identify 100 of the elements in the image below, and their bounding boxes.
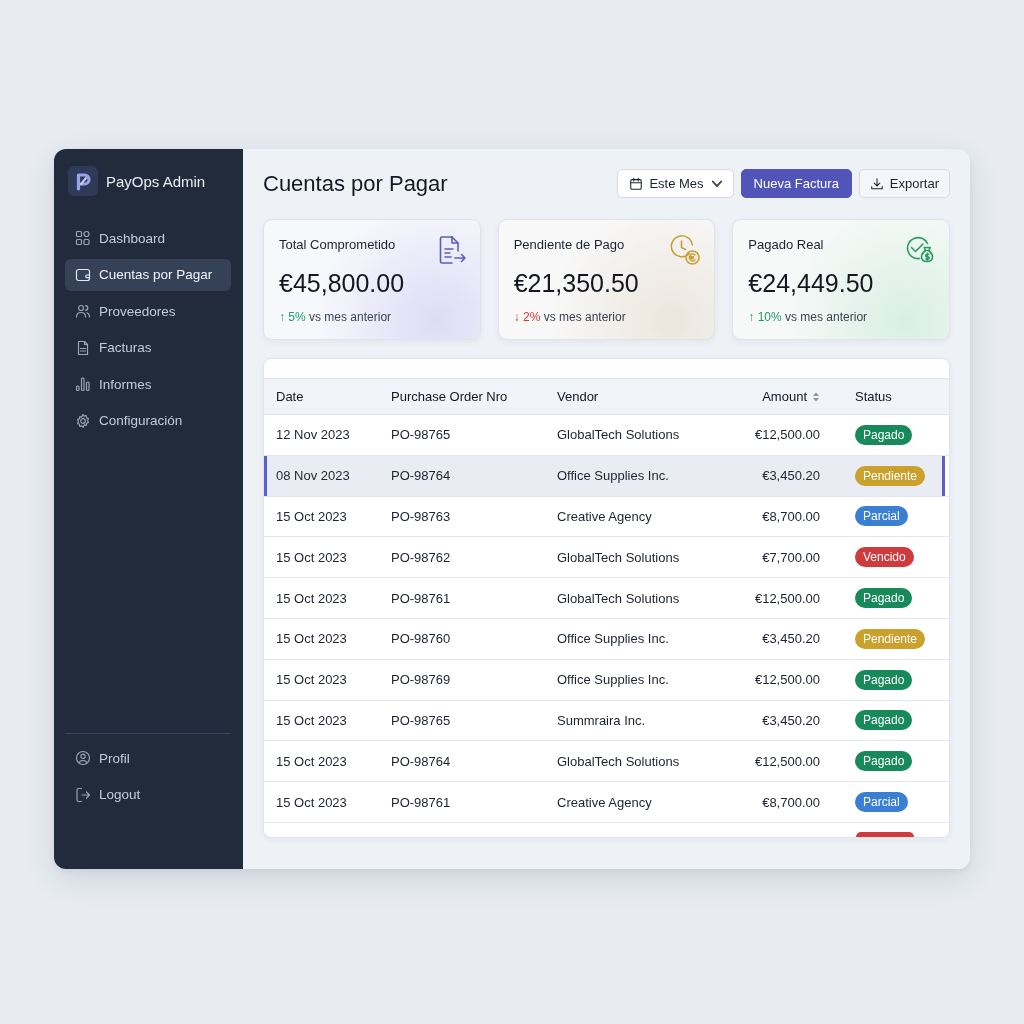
table-cell: €3,450.20 [762,468,820,484]
table-cell: 08 Nov 2023 [276,468,350,484]
table-cell: Creative Agency [557,509,652,524]
trend-text: ↑ 5% vs mes anterior [279,309,393,325]
status-badge: Pendiente [855,628,926,649]
document-icon [75,339,91,356]
table-cell: Office Supplies Inc. [557,672,669,688]
status-badge: Vencido [855,547,914,568]
calendar-icon [629,176,644,191]
table-row[interactable]: 15 Oct 2023 PO-98765 Summraira Inc. €3,450.20 Pagado [264,700,949,742]
table-cell: 15 Oct 2023 [276,590,347,606]
table-cell: 15 Oct 2023 [276,549,347,565]
table-cell: GlobalTech Solutions [557,427,680,443]
sort-icon[interactable] [812,391,820,402]
nav-item[interactable]: Cuentas por Pagar [65,258,231,291]
nav-item[interactable]: Facturas [65,331,231,364]
column-header[interactable]: Amount [762,389,807,404]
nav-item[interactable]: Proveedores [65,295,231,327]
table-cell: PO-98764 [391,753,451,769]
table-cell: 15 Oct 2023 [276,509,347,524]
table-cell: Creative Agency [557,794,652,810]
table-row[interactable]: 15 Oct 2023 PO-98769 Office Supplies Inc. €12,500.00 Pagado [264,659,949,701]
table-cell: 15 Oct 2023 [276,672,347,688]
table-cell: Summraira Inc. [557,712,646,728]
table-row[interactable]: 12 Nov 2023 PO-98765 GlobalTech Solutions €12,500.00 Pagado [264,415,949,456]
caret-icon [711,178,722,189]
table-cell: PO-98762 [391,549,451,565]
table-cell: PO-98763 [391,509,451,524]
table-cell: €3,450.20 [762,631,820,647]
nav-item[interactable]: Logout [65,778,231,811]
table-cell: PO-98761 [391,794,451,810]
table-row[interactable]: 15 Oct 2023 PO-98762 GlobalTech Solutions €7,700.00 Vencido [264,537,949,579]
status-badge: Parcial [855,792,908,813]
column-header: Purchase Order Nro [391,389,508,404]
table-cell: GlobalTech Solutions [557,753,680,769]
status-badge: Pendiente [855,465,926,486]
grid-icon [75,230,91,246]
table-row[interactable]: 08 Nov 2023 PO-98764 Office Supplies Inc. €3,450.20 Pendiente [264,455,949,497]
table-cell: 15 Oct 2023 [276,794,347,810]
nav-item[interactable]: Configuración [65,404,231,437]
table-row[interactable]: 15 Oct 2023 PO-98763 Creative Agency €8,700.00 Parcial [264,496,949,538]
clock-coin-icon [669,234,702,266]
table-cell: €12,500.00 [754,427,820,443]
status-badge: Pagado [855,424,913,445]
settings-icon [75,412,91,429]
table-cell: 15 Oct 2023 [276,712,347,728]
logo-icon [68,166,98,196]
table-cell: €12,500.00 [754,753,820,769]
table-cell: PO-98761 [391,590,451,606]
table-cell: PO-98765 [391,427,451,443]
logout-icon [75,786,91,803]
wallet-icon [75,266,91,283]
nav-item[interactable]: Informes [65,368,231,400]
table-cell: GlobalTech Solutions [557,590,680,606]
table-cell: PO-98764 [391,468,451,484]
status-badge: Pagado [855,751,913,772]
kpi-label: Pendiente de Pago [513,236,625,252]
brand-name: PayOps Admin [106,172,206,190]
status-badge: Parcial [855,506,908,527]
profile-icon [75,750,91,766]
trend-text: ↑ 10% vs mes anterior [748,309,869,325]
status-badge: Pagado [855,710,913,731]
table-row[interactable]: 15 Oct 2023 PO-98764 GlobalTech Solutions €12,500.00 Pagado [264,741,949,783]
table-cell: 12 Nov 2023 [276,427,350,443]
trend-text: ↓ 2% vs mes anterior [513,309,627,325]
users-icon [75,303,91,319]
table-cell: €12,500.00 [754,672,820,688]
new-invoice-button[interactable]: Nueva Factura [740,169,852,198]
table-cell: €8,700.00 [762,509,820,524]
table-cell: €8,700.00 [762,794,820,810]
kpi-value: €45,800.00 [279,268,406,298]
bar-chart-icon [75,376,91,392]
nav-item[interactable]: Dashboard [65,222,231,254]
table-cell: PO-98769 [391,672,451,688]
period-select[interactable]: Este Mes [617,169,734,198]
kpi-label: Total Comprometido [279,236,396,252]
download-icon [869,176,884,191]
column-header: Status [855,389,892,404]
export-button[interactable]: Exportar [858,169,950,198]
kpi-value: €24,449.50 [748,268,875,298]
table-cell: Office Supplies Inc. [557,631,669,647]
table-cell: €3,450.20 [762,712,820,728]
table-cell: 15 Oct 2023 [276,753,347,769]
table-cell: PO-98760 [391,631,451,647]
table-cell: 15 Oct 2023 [276,631,347,647]
table-row[interactable]: 15 Oct 2023 PO-98761 GlobalTech Solutions €12,500.00 Pagado [264,578,949,619]
table-cell: GlobalTech Solutions [557,549,680,565]
kpi-value: €21,350.50 [513,268,640,298]
table-cell: €12,500.00 [754,590,820,606]
nav-item[interactable]: Profil [65,742,231,774]
table-cell: PO-98765 [391,712,451,728]
status-badge: Pagado [855,669,913,690]
status-badge: Pagado [855,588,913,609]
table-row[interactable]: 15 Oct 2023 PO-98761 Creative Agency €8,700.00 Parcial [264,782,949,823]
table-cell: €7,700.00 [762,549,820,565]
table-row[interactable]: 15 Oct 2023 PO-98760 Office Supplies Inc. €3,450.20 Pendiente [264,619,949,660]
page-title: Cuentas por Pagar [263,170,448,197]
column-header: Date [276,389,304,404]
table-cell: Office Supplies Inc. [557,468,669,484]
column-header: Vendor [557,389,599,404]
